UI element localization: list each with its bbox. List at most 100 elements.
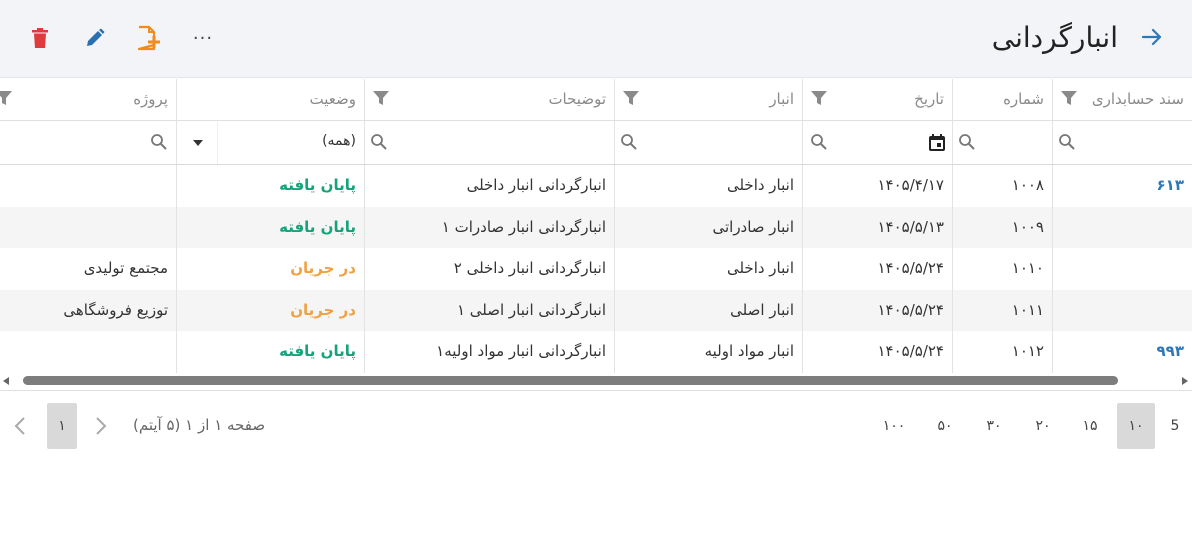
- page-size-option[interactable]: ۱۰۰: [875, 403, 913, 449]
- cell-text: انبار داخلی: [726, 259, 794, 277]
- chevron-down-icon[interactable]: [193, 140, 203, 146]
- more-button[interactable]: ···: [188, 24, 218, 52]
- cell-text: انبار داخلی: [726, 176, 794, 194]
- cell-warehouse: انبار مواد اولیه: [614, 331, 802, 373]
- page-size-option[interactable]: ۱۵: [1071, 403, 1109, 449]
- cell-text: انبارگردانی انبار داخلی: [466, 176, 606, 194]
- cell-doc[interactable]: [1052, 248, 1192, 290]
- page-size-option-active[interactable]: ۱۰: [1117, 403, 1155, 449]
- grid-header-row: سند حسابداری شماره تاریخ انبار توضیحات و…: [0, 79, 1192, 121]
- cell-status: در جریان: [176, 289, 364, 331]
- scroll-left-arrow-icon[interactable]: [3, 377, 9, 385]
- cell-desc: انبارگردانی انبار داخلی ۲: [364, 248, 614, 290]
- column-label: انبار: [769, 90, 794, 108]
- cell-desc: انبارگردانی انبار صادرات ۱: [364, 206, 614, 248]
- cell-date: ۱۴۰۵/۴/۱۷: [802, 165, 952, 207]
- calendar-icon[interactable]: [927, 133, 947, 153]
- filter-cell-warehouse[interactable]: [614, 121, 802, 164]
- table-row[interactable]: ۱۰۰۹ ۱۴۰۵/۵/۱۳ انبار صادراتی انبارگردانی…: [0, 206, 1192, 248]
- column-header-desc[interactable]: توضیحات: [364, 79, 614, 120]
- scrollbar-thumb[interactable]: [23, 376, 1118, 385]
- cell-text: ۱۰۰۹: [1011, 217, 1044, 236]
- page-size-option[interactable]: ۳۰: [975, 403, 1013, 449]
- page-info: صفحه ۱ از ۱ (۵ آیتم): [133, 416, 266, 434]
- cell-desc: انبارگردانی انبار اصلی ۱: [364, 289, 614, 331]
- filter-cell-date[interactable]: [802, 121, 952, 164]
- cell-num: ۱۰۰۹: [952, 206, 1052, 248]
- column-label: توضیحات: [548, 90, 606, 108]
- status-badge: پایان یافته: [279, 342, 356, 360]
- cell-text: انبار اصلی: [730, 300, 794, 319]
- cell-date: ۱۴۰۵/۵/۲۴: [802, 331, 952, 373]
- cell-doc[interactable]: ۶۱۳: [1052, 165, 1192, 207]
- filter-icon[interactable]: [1059, 88, 1079, 108]
- table-row[interactable]: ۱۰۱۰ ۱۴۰۵/۵/۲۴ انبار داخلی انبارگردانی ا…: [0, 248, 1192, 290]
- cell-num: ۱۰۱۲: [952, 331, 1052, 373]
- status-filter-select[interactable]: (همه): [176, 121, 364, 164]
- add-document-button[interactable]: [133, 24, 163, 52]
- cell-warehouse: انبار داخلی: [614, 165, 802, 207]
- column-header-date[interactable]: تاریخ: [802, 79, 952, 120]
- filter-cell-num[interactable]: [952, 121, 1052, 164]
- filter-cell-desc[interactable]: [364, 121, 614, 164]
- cell-warehouse: انبار اصلی: [614, 289, 802, 331]
- back-arrow-icon[interactable]: [1140, 26, 1164, 48]
- page-size-option[interactable]: ۲۰: [1024, 403, 1062, 449]
- cell-desc: انبارگردانی انبار داخلی: [364, 165, 614, 207]
- page-size-option[interactable]: ۵۰: [926, 403, 964, 449]
- cell-date: ۱۴۰۵/۵/۱۳: [802, 206, 952, 248]
- table-row[interactable]: ۱۰۱۱ ۱۴۰۵/۵/۲۴ انبار اصلی انبارگردانی ان…: [0, 289, 1192, 331]
- trash-icon: [32, 28, 48, 48]
- cell-doc[interactable]: [1052, 289, 1192, 331]
- filter-cell-doc[interactable]: [1052, 121, 1192, 164]
- cell-project: [0, 165, 176, 207]
- column-header-num[interactable]: شماره: [952, 79, 1052, 120]
- cell-text: ۱۰۱۰: [1011, 259, 1044, 277]
- next-page-button[interactable]: [86, 403, 116, 449]
- cell-doc[interactable]: ۹۹۳: [1052, 331, 1192, 373]
- page-number-current[interactable]: ۱: [47, 403, 77, 449]
- add-document-icon: [137, 25, 160, 51]
- pencil-icon: [87, 28, 105, 46]
- filter-icon[interactable]: [621, 88, 641, 108]
- data-grid: سند حسابداری شماره تاریخ انبار توضیحات و…: [0, 79, 1192, 373]
- cell-date: ۱۴۰۵/۵/۲۴: [802, 248, 952, 290]
- column-label: تاریخ: [914, 90, 944, 108]
- doc-link[interactable]: ۶۱۳: [1157, 176, 1184, 194]
- cell-date: ۱۴۰۵/۵/۲۴: [802, 289, 952, 331]
- status-badge: در جریان: [290, 300, 356, 319]
- cell-project: مجتمع تولیدی: [0, 248, 176, 290]
- column-header-doc[interactable]: سند حسابداری: [1052, 79, 1192, 120]
- cell-text: انبار صادراتی: [712, 217, 794, 236]
- cell-text: ۱۰۱۱: [1011, 300, 1044, 319]
- filter-icon[interactable]: [371, 88, 391, 108]
- horizontal-scrollbar[interactable]: [0, 374, 1192, 388]
- column-header-warehouse[interactable]: انبار: [614, 79, 802, 120]
- column-header-project[interactable]: پروژه: [0, 79, 176, 120]
- cell-doc[interactable]: [1052, 206, 1192, 248]
- status-badge: پایان یافته: [279, 217, 356, 236]
- doc-link[interactable]: ۹۹۳: [1157, 342, 1184, 360]
- search-icon: [1059, 134, 1075, 150]
- delete-button[interactable]: [25, 24, 55, 52]
- cell-text: انبارگردانی انبار صادرات ۱: [441, 217, 606, 236]
- cell-num: ۱۰۱۰: [952, 248, 1052, 290]
- cell-text: ۱۴۰۵/۵/۲۴: [877, 342, 944, 360]
- filter-icon[interactable]: [0, 88, 14, 108]
- divider: [0, 390, 1192, 391]
- table-row[interactable]: ۹۹۳ ۱۰۱۲ ۱۴۰۵/۵/۲۴ انبار مواد اولیه انبا…: [0, 331, 1192, 373]
- column-label: وضعیت: [309, 90, 356, 108]
- scroll-right-arrow-icon[interactable]: [1182, 377, 1188, 385]
- table-row[interactable]: ۶۱۳ ۱۰۰۸ ۱۴۰۵/۴/۱۷ انبار داخلی انبارگردا…: [0, 165, 1192, 207]
- edit-button[interactable]: [80, 24, 110, 52]
- prev-page-button[interactable]: [5, 403, 35, 449]
- page-size-option[interactable]: 5: [1156, 403, 1192, 449]
- column-label: شماره: [1003, 90, 1044, 108]
- cell-text: انبارگردانی انبار اصلی ۱: [456, 300, 606, 319]
- cell-text: مجتمع تولیدی: [83, 259, 168, 277]
- filter-icon[interactable]: [809, 88, 829, 108]
- status-badge: در جریان: [290, 259, 356, 277]
- cell-status: پایان یافته: [176, 165, 364, 207]
- filter-cell-project[interactable]: [0, 121, 176, 164]
- column-header-status[interactable]: وضعیت: [176, 79, 364, 120]
